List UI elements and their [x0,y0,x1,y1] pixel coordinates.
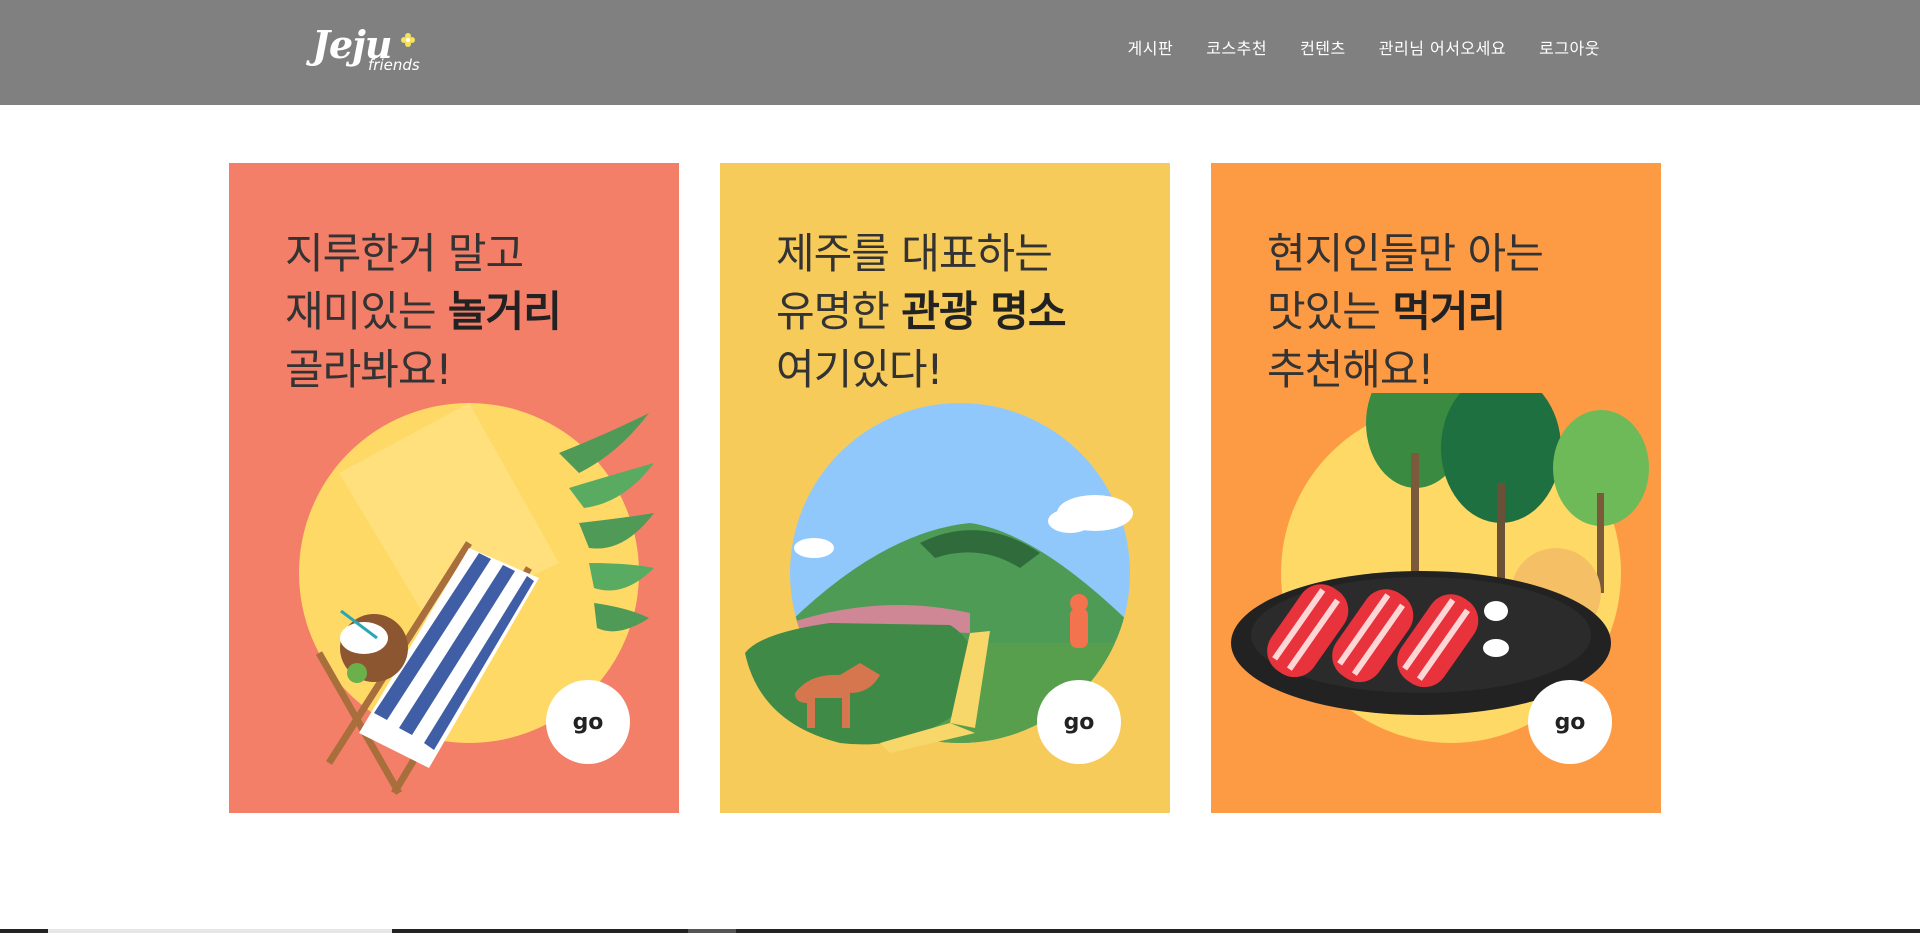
nav-user-greeting[interactable]: 관리님 어서오세요 [1379,37,1506,61]
category-cards: 지루한거 말고 재미있는 놀거리 골라봐요! go 제주를 대표하는 유명한 관… [229,163,1661,813]
nav-contents[interactable]: 컨텐츠 [1300,37,1346,61]
card-title-highlight: 관광 명소 [901,287,1066,336]
card-title-line1: 현지인들만 아는 [1267,229,1544,278]
go-button[interactable]: go [546,680,630,764]
card-title-line1: 지루한거 말고 [285,229,524,278]
go-button[interactable]: go [1528,680,1612,764]
card-tourist-spots[interactable]: 제주를 대표하는 유명한 관광 명소 여기있다! go [720,163,1170,813]
bottom-taskbar-strip [0,929,1920,933]
card-title-line2-text: 맛있는 [1267,287,1393,336]
card-title-highlight: 먹거리 [1392,287,1506,336]
card-title-line3: 골라봐요! [285,345,452,394]
nav-board[interactable]: 게시판 [1128,37,1174,61]
card-title: 현지인들만 아는 맛있는 먹거리 추천해요! [1267,225,1657,399]
card-title-line3: 여기있다! [776,345,943,394]
nav-logout[interactable]: 로그아웃 [1539,37,1600,61]
card-title-line2: 유명한 관광 명소 [776,283,1166,341]
card-title-line2-text: 재미있는 [285,287,448,336]
top-navigation-bar: Jeju friends 게시판 코스추천 컨텐츠 관리님 어서오세요 로그아웃 [0,0,1920,105]
card-title-line2: 맛있는 먹거리 [1267,283,1657,341]
flower-icon [401,33,415,47]
jeju-friends-logo[interactable]: Jeju friends [312,22,424,78]
go-button[interactable]: go [1037,680,1121,764]
card-title-line2: 재미있는 놀거리 [285,283,675,341]
card-title-line3: 추천해요! [1267,345,1434,394]
taskbar-segment [688,929,736,933]
nav-course-recommendation[interactable]: 코스추천 [1206,37,1267,61]
card-title-line1: 제주를 대표하는 [776,229,1053,278]
card-title: 지루한거 말고 재미있는 놀거리 골라봐요! [285,225,675,399]
card-local-food[interactable]: 현지인들만 아는 맛있는 먹거리 추천해요! go [1211,163,1661,813]
logo-subtext: friends [368,56,420,74]
taskbar-segment [48,929,392,933]
card-title: 제주를 대표하는 유명한 관광 명소 여기있다! [776,225,1166,399]
main-nav: 게시판 코스추천 컨텐츠 관리님 어서오세요 로그아웃 [1128,37,1600,61]
card-title-line2-text: 유명한 [776,287,902,336]
card-title-highlight: 놀거리 [447,287,562,336]
card-activities[interactable]: 지루한거 말고 재미있는 놀거리 골라봐요! go [229,163,679,813]
